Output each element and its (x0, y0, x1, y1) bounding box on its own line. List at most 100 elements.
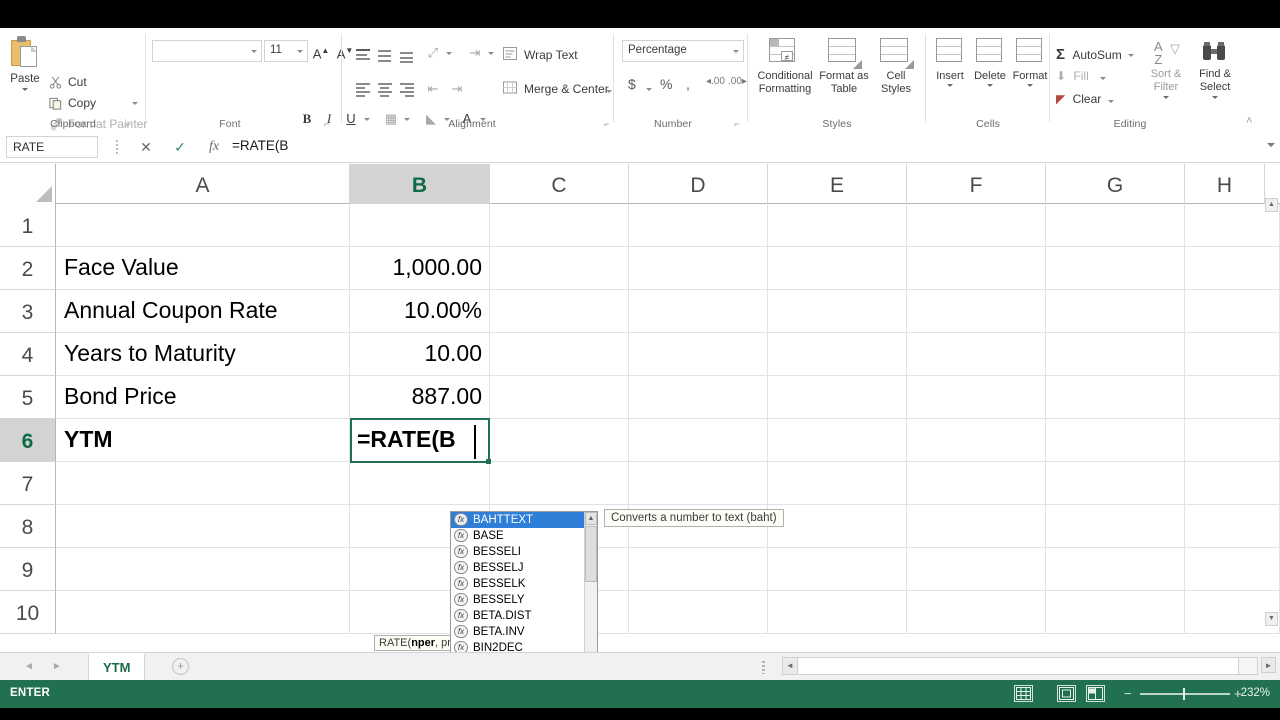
cell-a1[interactable] (56, 204, 350, 246)
cell-d1[interactable] (629, 204, 768, 246)
orientation-dropdown-icon[interactable] (446, 52, 452, 55)
autocomplete-item-bin2dec[interactable]: fx BIN2DEC (451, 640, 597, 652)
column-header-h[interactable]: H (1185, 164, 1265, 204)
cell-f4[interactable] (907, 333, 1046, 375)
autocomplete-item-besseli[interactable]: fx BESSELI (451, 544, 597, 560)
row-header-4[interactable]: 4 (0, 333, 56, 376)
scroll-left-arrow[interactable]: ◄ (783, 658, 798, 674)
align-bottom-icon[interactable] (396, 46, 418, 66)
align-middle-icon[interactable] (374, 46, 396, 66)
cell-c4[interactable] (490, 333, 629, 375)
decrease-decimal-button[interactable]: .00▸ (728, 76, 747, 87)
cell-f1[interactable] (907, 204, 1046, 246)
delete-cells-button[interactable]: Delete (970, 32, 1010, 108)
cell-f7[interactable] (907, 462, 1046, 504)
row-header-7[interactable]: 7 (0, 462, 56, 505)
collapse-ribbon-button[interactable]: ˄ (1246, 115, 1252, 127)
column-header-d[interactable]: D (629, 164, 768, 204)
cell-h9[interactable] (1185, 548, 1280, 590)
cell-b7[interactable] (350, 462, 490, 504)
cell-f5[interactable] (907, 376, 1046, 418)
cell-d5[interactable] (629, 376, 768, 418)
cell-g6[interactable] (1046, 419, 1185, 461)
sort-filter-button[interactable]: AZ ▽ Sort & Filter (1142, 36, 1190, 112)
row-header-1[interactable]: 1 (0, 204, 56, 247)
cell-b5[interactable]: 887.00 (350, 376, 490, 418)
cell-e1[interactable] (768, 204, 907, 246)
cell-d4[interactable] (629, 333, 768, 375)
conditional-formatting-button[interactable]: ≠ Conditional Formatting (754, 32, 816, 108)
sheet-tab-ytm[interactable]: YTM (88, 653, 146, 680)
cell-a4[interactable]: Years to Maturity (56, 333, 350, 375)
cell-b4[interactable]: 10.00 (350, 333, 490, 375)
cell-c6[interactable] (490, 419, 629, 461)
autocomplete-scroll-thumb[interactable] (585, 526, 597, 582)
cell-e2[interactable] (768, 247, 907, 289)
cell-h7[interactable] (1185, 462, 1280, 504)
cell-d10[interactable] (629, 591, 768, 633)
zoom-slider-track[interactable] (1140, 693, 1230, 695)
cell-a9[interactable] (56, 548, 350, 590)
fill-button[interactable]: ⬇ Fill (1056, 69, 1106, 83)
cell-b3[interactable]: 10.00% (350, 290, 490, 332)
cell-c2[interactable] (490, 247, 629, 289)
row-header-8[interactable]: 8 (0, 505, 56, 548)
row-header-10[interactable]: 10 (0, 591, 56, 634)
cell-d2[interactable] (629, 247, 768, 289)
autocomplete-item-besselj[interactable]: fx BESSELJ (451, 560, 597, 576)
paste-button[interactable]: Paste (6, 32, 44, 108)
cell-h6[interactable] (1185, 419, 1280, 461)
merge-center-label[interactable]: Merge & Center (524, 82, 609, 96)
clear-button[interactable]: ◤ Clear (1056, 92, 1114, 106)
autocomplete-item-base[interactable]: fx BASE (451, 528, 597, 544)
select-all-corner[interactable] (0, 164, 56, 204)
increase-decimal-button[interactable]: ◂.00 (706, 76, 725, 87)
cell-e6[interactable] (768, 419, 907, 461)
cell-f8[interactable] (907, 505, 1046, 547)
comma-style-button[interactable]: , (686, 76, 690, 92)
cell-a6[interactable]: YTM (56, 419, 350, 461)
cancel-formula-button[interactable]: ✕ (132, 137, 160, 157)
format-cells-button[interactable]: Format (1010, 32, 1050, 108)
insert-function-button[interactable]: fx (200, 137, 228, 157)
orientation-button[interactable]: ⤢ (422, 42, 444, 64)
vertical-scroll-up-arrow[interactable]: ▲ (1265, 198, 1278, 212)
expand-formula-bar-icon[interactable] (1267, 143, 1275, 147)
paste-dropdown-icon[interactable] (22, 88, 28, 91)
cell-f3[interactable] (907, 290, 1046, 332)
cell-a2[interactable]: Face Value (56, 247, 350, 289)
scroll-right-arrow[interactable]: ► (1261, 657, 1276, 673)
column-header-g[interactable]: G (1046, 164, 1185, 204)
cell-d9[interactable] (629, 548, 768, 590)
increase-indent-button[interactable]: ⇥ (446, 78, 468, 100)
autocomplete-item-beta-inv[interactable]: fx BETA.INV (451, 624, 597, 640)
cell-e10[interactable] (768, 591, 907, 633)
align-right-icon[interactable] (396, 80, 418, 100)
add-sheet-button[interactable]: + (172, 658, 189, 675)
cell-e4[interactable] (768, 333, 907, 375)
align-left-icon[interactable] (352, 80, 374, 100)
cell-g7[interactable] (1046, 462, 1185, 504)
active-cell-b6[interactable]: =RATE(B (350, 418, 491, 464)
wrap-text-label[interactable]: Wrap Text (524, 48, 578, 62)
cell-f2[interactable] (907, 247, 1046, 289)
scrollbar-resize-handle[interactable] (762, 661, 765, 674)
autosum-button[interactable]: Σ AutoSum (1056, 46, 1122, 63)
grow-font-button[interactable]: A▲ (310, 40, 332, 62)
currency-button[interactable]: $ (628, 76, 636, 92)
enter-formula-button[interactable]: ✓ (166, 137, 194, 157)
autocomplete-item-besselk[interactable]: fx BESSELK (451, 576, 597, 592)
name-box[interactable]: RATE (6, 136, 98, 158)
cell-e9[interactable] (768, 548, 907, 590)
font-dialog-launcher[interactable]: ⌐ (324, 119, 329, 129)
cell-styles-button[interactable]: Cell Styles (872, 32, 920, 108)
merge-center-dropdown-icon[interactable] (606, 90, 612, 93)
autocomplete-item-bahttext[interactable]: fx BAHTTEXT (451, 512, 597, 528)
format-as-table-button[interactable]: Format as Table (818, 32, 870, 108)
page-break-preview-button[interactable] (1086, 685, 1105, 702)
cell-f6[interactable] (907, 419, 1046, 461)
autocomplete-item-beta-dist[interactable]: fx BETA.DIST (451, 608, 597, 624)
column-header-b[interactable]: B (350, 164, 490, 204)
fill-dropdown-icon[interactable] (1100, 77, 1106, 80)
cell-a10[interactable] (56, 591, 350, 633)
